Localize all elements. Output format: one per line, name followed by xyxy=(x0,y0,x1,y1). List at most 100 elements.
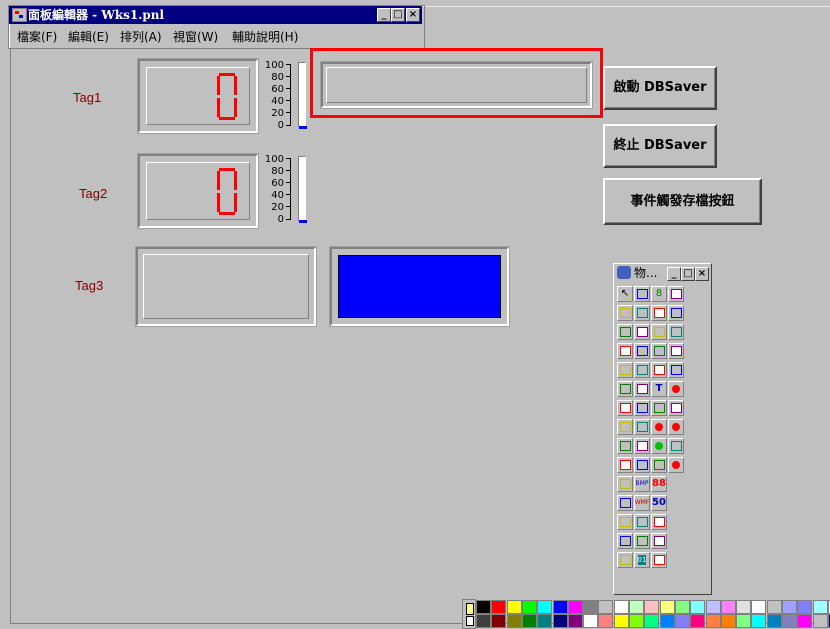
color-swatch[interactable] xyxy=(751,600,767,614)
plug-icon[interactable] xyxy=(617,381,633,397)
color-swatch[interactable] xyxy=(598,614,614,628)
grid-icon[interactable] xyxy=(668,305,684,321)
color-swatch[interactable] xyxy=(766,600,782,614)
hand2-icon[interactable] xyxy=(634,400,650,416)
color-swatch[interactable] xyxy=(506,600,522,614)
color-swatch[interactable] xyxy=(537,600,553,614)
tag2-bar-graph[interactable] xyxy=(298,156,306,222)
wmf-icon[interactable]: WMF xyxy=(634,495,650,511)
start-dbsaver-button[interactable]: 啟動 DBSaver xyxy=(603,66,717,110)
color-swatch[interactable] xyxy=(705,614,721,628)
green-dot-icon[interactable] xyxy=(651,438,667,454)
tag3-text-display[interactable] xyxy=(136,247,316,326)
pointer-icon[interactable]: ↖ xyxy=(617,286,633,302)
tag1-bar-graph[interactable] xyxy=(298,62,306,128)
color-swatch[interactable] xyxy=(598,600,614,614)
color-swatch[interactable] xyxy=(797,600,813,614)
stop-dbsaver-button[interactable]: 終止 DBSaver xyxy=(603,124,717,168)
color-swatch[interactable] xyxy=(751,614,767,628)
bulb-icon[interactable] xyxy=(617,362,633,378)
text-icon[interactable]: T xyxy=(651,381,667,397)
menu-help[interactable]: 輔助說明(H) xyxy=(232,30,298,44)
alarm2-icon[interactable] xyxy=(668,419,684,435)
color-swatch[interactable] xyxy=(812,600,828,614)
red-button-icon[interactable] xyxy=(668,457,684,473)
tag1-display-frame[interactable] xyxy=(138,59,258,133)
step-icon[interactable] xyxy=(617,552,633,568)
color-swatch[interactable] xyxy=(659,614,675,628)
trend-icon[interactable] xyxy=(668,286,684,302)
color-swatch[interactable] xyxy=(521,614,537,628)
paint-bucket-icon[interactable] xyxy=(462,599,476,629)
color-swatch[interactable] xyxy=(613,600,629,614)
toolbox-maximize-button[interactable]: □ xyxy=(681,267,695,281)
color-swatch[interactable] xyxy=(797,614,813,628)
num50-icon[interactable]: 50 xyxy=(651,495,667,511)
menu-arrange[interactable]: 排列(A) xyxy=(120,30,162,44)
level-icon[interactable] xyxy=(617,457,633,473)
menu-window[interactable]: 視窗(W) xyxy=(173,30,218,44)
spinner-icon[interactable] xyxy=(634,457,650,473)
toolbox-minimize-button[interactable]: _ xyxy=(667,267,681,281)
bar-block-icon[interactable] xyxy=(651,362,667,378)
red-dot-icon[interactable] xyxy=(651,419,667,435)
minimize-button[interactable]: _ xyxy=(377,8,391,22)
digit-8-icon[interactable]: 8 xyxy=(651,286,667,302)
pen-icon[interactable] xyxy=(634,324,650,340)
color-swatch[interactable] xyxy=(476,614,491,628)
color-swatch[interactable] xyxy=(644,614,660,628)
windows-icon[interactable] xyxy=(617,343,633,359)
bars-icon[interactable] xyxy=(651,533,667,549)
cup-icon[interactable] xyxy=(651,324,667,340)
tag3-indicator-frame[interactable] xyxy=(330,247,509,326)
color-swatch[interactable] xyxy=(644,600,660,614)
plug2-icon[interactable] xyxy=(617,400,633,416)
table-icon[interactable] xyxy=(668,362,684,378)
color-swatch[interactable] xyxy=(782,614,797,628)
color-swatch[interactable] xyxy=(736,600,752,614)
tag2-display-frame[interactable] xyxy=(138,154,258,228)
color-swatch[interactable] xyxy=(674,600,690,614)
rectangle-icon[interactable] xyxy=(617,305,633,321)
hand-icon[interactable] xyxy=(634,381,650,397)
event-save-button[interactable]: 事件觸發存檔按鈕 xyxy=(603,178,762,225)
palette-icon[interactable] xyxy=(651,305,667,321)
color-swatch[interactable] xyxy=(567,614,583,628)
pulse-icon[interactable] xyxy=(634,286,650,302)
window-icon[interactable] xyxy=(617,324,633,340)
menu-file[interactable]: 檔案(F) xyxy=(17,30,57,44)
color-swatch[interactable] xyxy=(705,600,721,614)
calculator-icon[interactable] xyxy=(634,305,650,321)
color-swatch[interactable] xyxy=(812,614,828,628)
color-swatch[interactable] xyxy=(782,600,797,614)
color-swatch[interactable] xyxy=(537,614,553,628)
toolbox-titlebar[interactable]: 物... _ □ × xyxy=(615,265,709,281)
color-swatch[interactable] xyxy=(491,600,507,614)
bmp-grid-icon[interactable] xyxy=(617,476,633,492)
wave-icon[interactable] xyxy=(634,514,650,530)
color-swatch[interactable] xyxy=(736,614,752,628)
color-swatch[interactable] xyxy=(720,614,736,628)
color-swatch[interactable] xyxy=(521,600,537,614)
color-swatch[interactable] xyxy=(690,614,706,628)
clock-icon[interactable] xyxy=(617,514,633,530)
hand3-icon[interactable] xyxy=(634,438,650,454)
speaker-icon[interactable] xyxy=(634,362,650,378)
color-swatch[interactable] xyxy=(491,614,507,628)
fader-icon[interactable] xyxy=(634,533,650,549)
color-swatch[interactable] xyxy=(629,614,644,628)
alarm-icon[interactable] xyxy=(668,381,684,397)
curve-icon[interactable] xyxy=(668,343,684,359)
clock2-icon[interactable] xyxy=(617,533,633,549)
color-swatch[interactable] xyxy=(720,600,736,614)
toolbox-close-button[interactable]: × xyxy=(695,267,709,281)
tank-icon[interactable] xyxy=(651,514,667,530)
meter-icon[interactable] xyxy=(617,438,633,454)
color-swatch[interactable] xyxy=(583,600,599,614)
red-square-icon[interactable] xyxy=(668,438,684,454)
slope-icon[interactable] xyxy=(651,457,667,473)
brush-icon[interactable] xyxy=(651,343,667,359)
color-swatch[interactable] xyxy=(613,614,629,628)
maximize-button[interactable]: □ xyxy=(391,8,405,22)
slider-icon[interactable] xyxy=(634,419,650,435)
